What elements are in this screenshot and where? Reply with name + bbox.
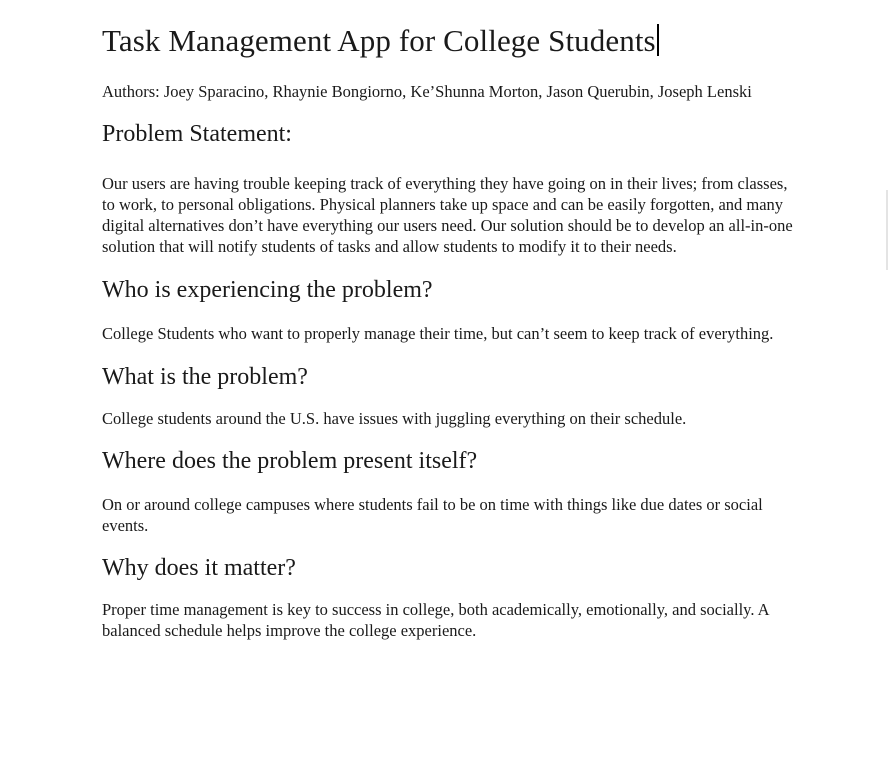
section-body-why[interactable]: Proper time management is key to success…	[102, 599, 802, 641]
section-heading-where[interactable]: Where does the problem present itself?	[102, 446, 802, 476]
document-title[interactable]: Task Management App for College Students	[102, 23, 656, 58]
section-body-who[interactable]: College Students who want to properly ma…	[102, 323, 802, 344]
section-body-problem-statement[interactable]: Our users are having trouble keeping tra…	[102, 173, 802, 258]
section-heading-why[interactable]: Why does it matter?	[102, 553, 802, 583]
section-body-where[interactable]: On or around college campuses where stud…	[102, 494, 802, 536]
section-heading-who[interactable]: Who is experiencing the problem?	[102, 275, 802, 305]
section-heading-problem-statement[interactable]: Problem Statement:	[102, 119, 802, 149]
section-body-what[interactable]: College students around the U.S. have is…	[102, 408, 802, 429]
document-title-container[interactable]: Task Management App for College Students	[102, 0, 659, 60]
section-heading-what[interactable]: What is the problem?	[102, 362, 802, 392]
document-page[interactable]: Task Management App for College Students…	[102, 0, 802, 642]
authors-line[interactable]: Authors: Joey Sparacino, Rhaynie Bongior…	[102, 81, 802, 103]
text-cursor	[656, 24, 659, 56]
